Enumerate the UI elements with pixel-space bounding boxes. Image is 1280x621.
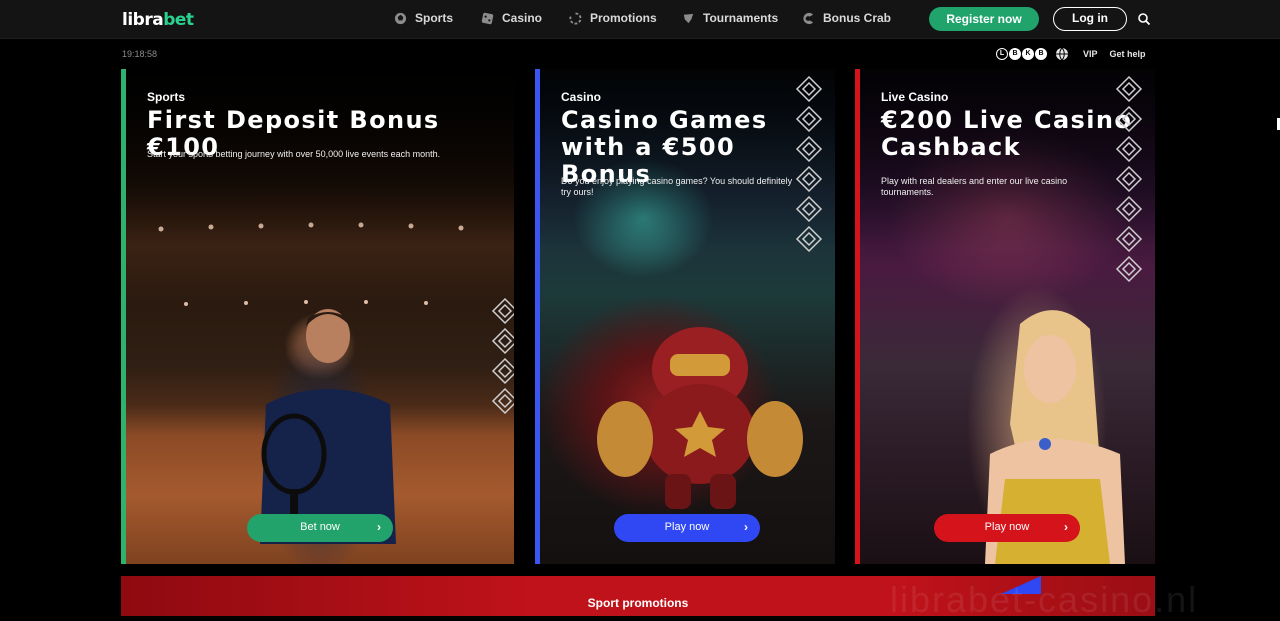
casino-play-now-button[interactable]: Play now › xyxy=(614,514,760,542)
nav-sports[interactable]: Sports xyxy=(394,11,453,25)
chevron-right-icon: › xyxy=(744,520,748,534)
live-casino-promo-card[interactable]: Live Casino €200 Live Casino Cashback Pl… xyxy=(855,69,1155,564)
rg-badge: K xyxy=(1022,48,1034,60)
register-button[interactable]: Register now xyxy=(929,7,1039,31)
nav-tournaments-label: Tournaments xyxy=(703,11,779,25)
tennis-player-art xyxy=(260,309,396,544)
vip-link[interactable]: VIP xyxy=(1083,49,1098,59)
search-icon[interactable] xyxy=(1137,12,1151,26)
card-eyebrow: Casino xyxy=(561,90,602,104)
live-casino-play-now-button[interactable]: Play now › xyxy=(934,514,1080,542)
responsible-gaming-badges[interactable]: L B K B xyxy=(996,48,1047,60)
nav-promotions-label: Promotions xyxy=(590,11,657,25)
button-label: Play now xyxy=(984,521,1030,533)
bet-now-button[interactable]: Bet now › xyxy=(247,514,393,542)
nav-bonus-crab-label: Bonus Crab xyxy=(823,11,892,25)
card-eyebrow: Sports xyxy=(147,90,186,104)
librabet-logo[interactable]: librabet xyxy=(122,10,194,30)
diamond-pattern-decor xyxy=(491,297,514,415)
logo-text-primary: libra xyxy=(122,10,164,30)
globe-icon[interactable] xyxy=(1055,47,1069,61)
nav-casino[interactable]: Casino xyxy=(481,11,542,25)
rg-badge: B xyxy=(1009,48,1021,60)
card-title: €200 Live Casino Cashback xyxy=(881,106,1133,161)
card-description: Play with real dealers and enter our liv… xyxy=(881,176,1068,197)
button-label: Play now xyxy=(664,521,710,533)
rg-badge: B xyxy=(1035,48,1047,60)
card-eyebrow: Live Casino xyxy=(881,90,949,104)
rg-badge: L xyxy=(996,48,1008,60)
site-watermark: librabet-casino.nl xyxy=(890,579,1199,620)
diamond-pattern-decor xyxy=(795,75,823,253)
logo-text-accent: bet xyxy=(163,10,194,30)
get-help-link[interactable]: Get help xyxy=(1110,49,1146,59)
soccer-ball-icon xyxy=(394,12,407,24)
button-label: Bet now xyxy=(300,521,340,533)
casino-promo-card[interactable]: Casino Casino Games with a €500 Bonus Do… xyxy=(535,69,835,564)
trophy-icon xyxy=(683,13,694,23)
login-button[interactable]: Log in xyxy=(1053,7,1127,31)
refresh-icon xyxy=(569,11,582,24)
nav-promotions[interactable]: Promotions xyxy=(569,11,657,25)
crab-claw-icon xyxy=(803,12,814,24)
utility-links: L B K B VIP Get help xyxy=(996,47,1146,61)
chevron-right-icon: › xyxy=(1064,520,1068,534)
clock: 19:18:58 xyxy=(122,49,158,59)
nav-sports-label: Sports xyxy=(415,11,454,25)
robot-mascot-art xyxy=(597,327,803,509)
diamond-pattern-decor xyxy=(1115,75,1143,283)
nav-bonus-crab[interactable]: Bonus Crab xyxy=(802,11,891,25)
sports-promo-card[interactable]: Sports First Deposit Bonus €100 Start yo… xyxy=(121,69,514,564)
nav-casino-label: Casino xyxy=(502,11,543,25)
card-description: Start your sports betting journey with o… xyxy=(147,149,441,159)
chevron-right-icon: › xyxy=(377,520,381,534)
nav-tournaments[interactable]: Tournaments xyxy=(682,11,778,25)
dice-icon xyxy=(481,12,494,24)
top-navigation: librabet Sports Casino Promotions Tourna… xyxy=(0,0,1280,39)
card-description: Do you enjoy playing casino games? You s… xyxy=(561,176,793,197)
